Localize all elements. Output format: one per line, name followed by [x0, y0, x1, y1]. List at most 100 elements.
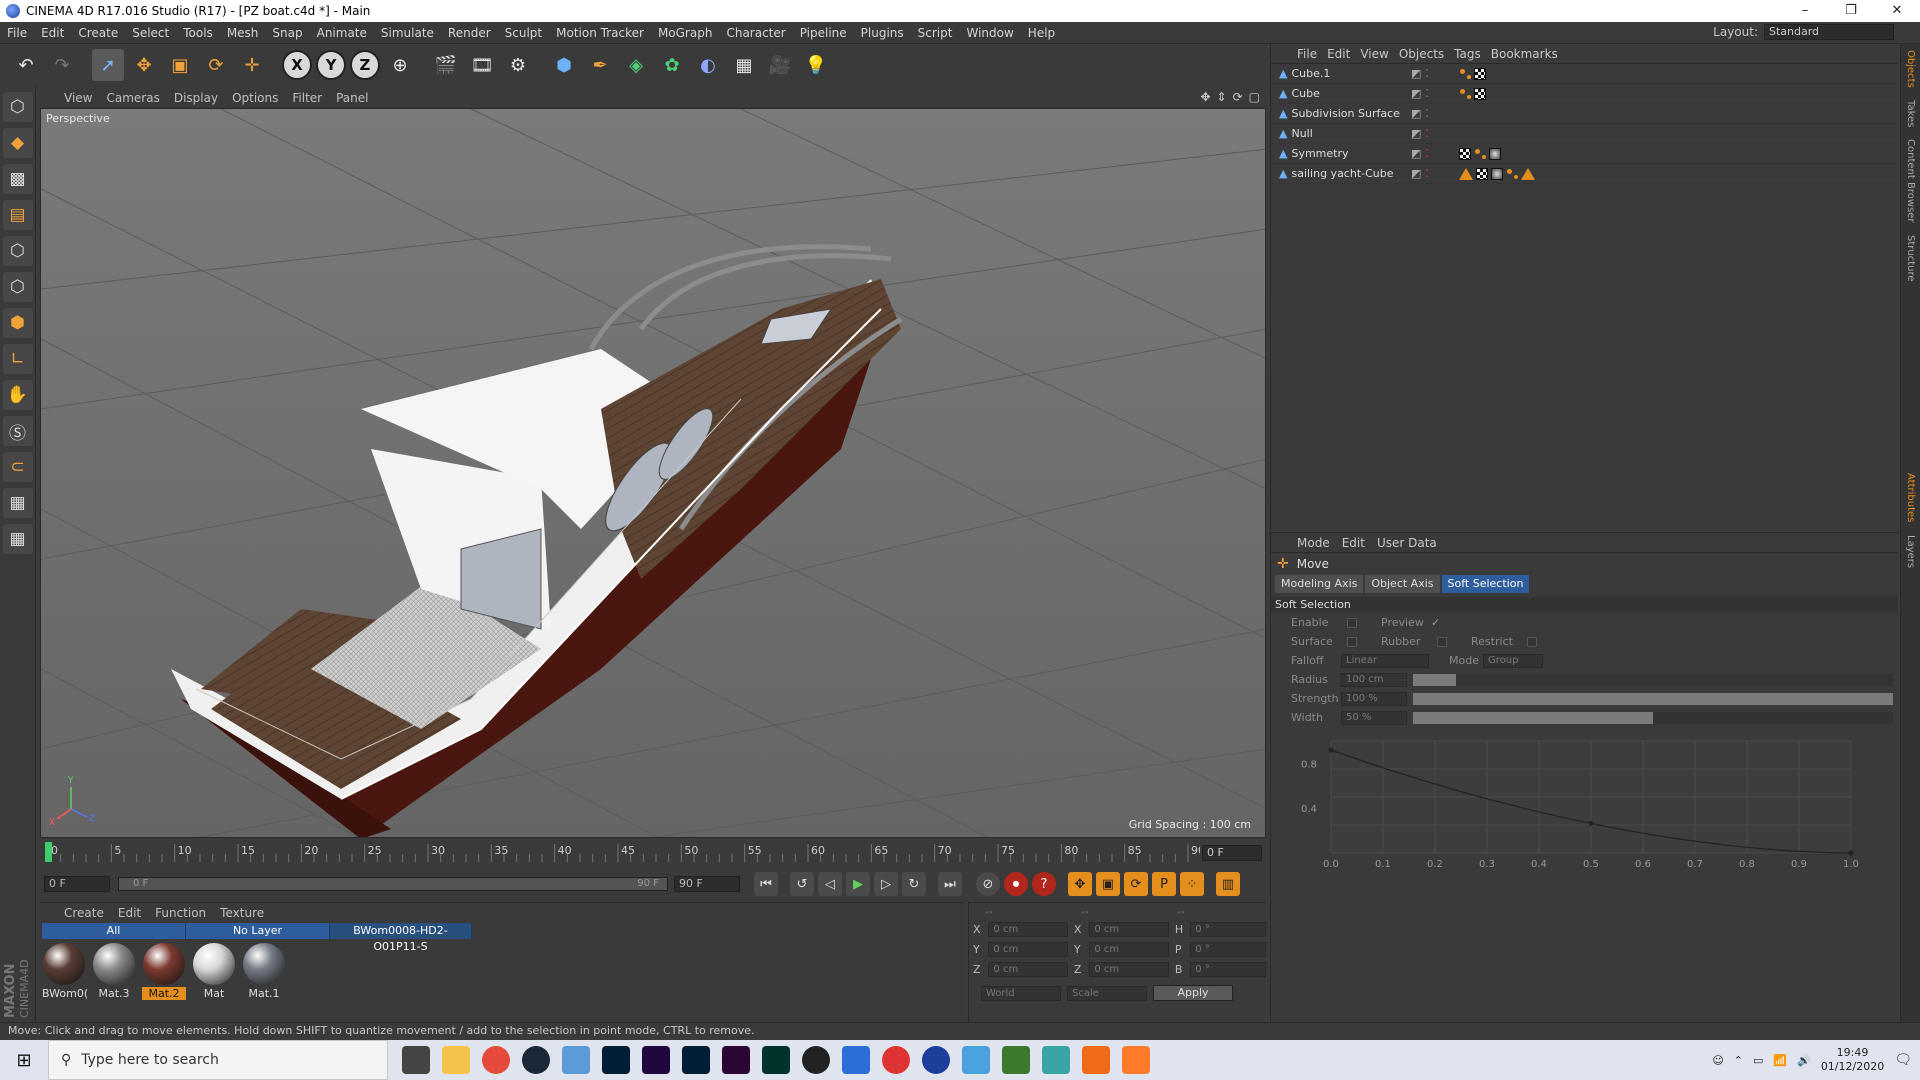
material-menu-texture[interactable]: Texture — [218, 906, 276, 920]
enable-checkbox[interactable] — [1347, 617, 1357, 628]
workplane-lock-icon[interactable]: ▦ — [2, 488, 33, 518]
play-forward-icon[interactable]: ▶ — [846, 872, 870, 896]
object-row[interactable]: ▲ Cube.1 ◩ ⁚ — [1271, 64, 1898, 84]
coord-mode-world-dropdown[interactable]: World — [981, 985, 1061, 1001]
menu-character[interactable]: Character — [719, 26, 792, 40]
people-icon[interactable]: ☺ — [1712, 1054, 1723, 1067]
magnet-icon[interactable]: ⊂ — [2, 452, 33, 482]
surface-checkbox[interactable] — [1347, 636, 1357, 647]
camera-icon[interactable]: 🎥 — [764, 49, 796, 81]
frame-range-slider[interactable]: 0 F 90 F — [118, 877, 668, 891]
record-position-icon[interactable]: ✥ — [1068, 872, 1092, 896]
om-menu-file[interactable]: File — [1295, 47, 1325, 61]
scale-tool-icon[interactable]: ▣ — [164, 49, 196, 81]
menu-plugins[interactable]: Plugins — [854, 26, 911, 40]
goto-next-key-icon[interactable]: ↻ — [902, 872, 926, 896]
apply-button[interactable]: Apply — [1153, 985, 1233, 1001]
menu-mograph[interactable]: MoGraph — [651, 26, 720, 40]
material-swatch[interactable]: Mat — [192, 943, 236, 1000]
workplane-mode-icon[interactable]: ▤ — [2, 200, 33, 230]
tab-all[interactable]: All — [42, 923, 186, 939]
dolly-icon[interactable]: ⇕ — [1217, 90, 1227, 104]
taskbar-search[interactable]: ⚲ Type here to search — [48, 1040, 388, 1080]
premiere-icon[interactable] — [722, 1046, 750, 1074]
phong-tag-icon[interactable] — [1459, 68, 1471, 80]
tab-soft-selection[interactable]: Soft Selection — [1441, 575, 1530, 593]
uvw-tag-icon[interactable] — [1474, 87, 1486, 100]
material-menu-create[interactable]: Create — [62, 906, 116, 920]
layer-icon[interactable]: ◩ — [1411, 167, 1421, 180]
menu-file[interactable]: File — [0, 26, 34, 40]
width-slider[interactable] — [1413, 711, 1893, 724]
position-z-field[interactable]: 0 cm — [988, 961, 1068, 977]
make-editable-icon[interactable]: ⬡ — [2, 92, 33, 122]
uvw-tag-icon[interactable] — [1476, 167, 1488, 180]
side-tab-attributes[interactable]: Attributes — [1905, 467, 1916, 528]
subdivision-generator-icon[interactable]: ◈ — [620, 49, 652, 81]
restrict-checkbox[interactable] — [1527, 636, 1537, 647]
tab-object-axis[interactable]: Object Axis — [1365, 575, 1440, 593]
material-menu-function[interactable]: Function — [153, 906, 218, 920]
object-row[interactable]: ▲ Cube ◩ ⁚ — [1271, 84, 1898, 104]
record-parameter-icon[interactable]: P — [1152, 872, 1176, 896]
uvw-tag-icon[interactable] — [1459, 147, 1471, 160]
object-row[interactable]: ▲ sailing yacht-Cube ◩ ⁚ — [1271, 164, 1898, 184]
toggle-view-icon[interactable]: ▢ — [1249, 90, 1260, 104]
menu-simulate[interactable]: Simulate — [374, 26, 441, 40]
viewport-menu-options[interactable]: Options — [230, 91, 290, 105]
keyframe-selection-icon[interactable]: ⊘ — [976, 872, 1000, 896]
perspective-viewport[interactable]: Y Z X Perspective Grid Spacing : 100 cm — [40, 108, 1266, 838]
size-x-field[interactable]: 0 cm — [1089, 921, 1169, 937]
coord-mode-scale-dropdown[interactable]: Scale — [1067, 985, 1147, 1001]
clock[interactable]: 19:49 01/12/2020 — [1821, 1046, 1884, 1074]
material-swatch[interactable]: Mat.2 — [142, 943, 186, 1000]
menu-sculpt[interactable]: Sculpt — [498, 26, 549, 40]
om-menu-objects[interactable]: Objects — [1397, 47, 1452, 61]
material-swatch[interactable]: Mat.1 — [242, 943, 286, 1000]
menu-snap[interactable]: Snap — [265, 26, 309, 40]
rubber-checkbox[interactable] — [1437, 636, 1447, 647]
steam-icon[interactable] — [522, 1046, 550, 1074]
falloff-curve-graph[interactable]: 0.8 0.4 0.0 0.1 0.2 0.3 0.4 0.5 0.6 0.7 0.8 0.9 1.0 — [1291, 733, 1891, 883]
side-tab-content-browser[interactable]: Content Browser — [1905, 133, 1916, 228]
network-icon[interactable]: 📶 — [1773, 1054, 1787, 1067]
viewport-menu-view[interactable]: View — [62, 91, 104, 105]
pen-spline-icon[interactable]: ✒ — [584, 49, 616, 81]
minimize-button[interactable]: – — [1782, 0, 1828, 22]
visibility-dots-icon[interactable]: ⁚ — [1425, 87, 1429, 100]
uvw-tag-icon[interactable] — [1474, 67, 1486, 80]
polygons-mode-icon[interactable]: ⬢ — [2, 308, 33, 338]
layer-icon[interactable]: ◩ — [1411, 87, 1421, 100]
davinci-resolve-icon[interactable] — [802, 1046, 830, 1074]
om-menu-edit[interactable]: Edit — [1325, 47, 1358, 61]
redo-icon[interactable]: ↷ — [46, 49, 78, 81]
visibility-dots-icon[interactable]: ⁚ — [1425, 127, 1429, 140]
menu-tools[interactable]: Tools — [176, 26, 220, 40]
texture-mode-icon[interactable]: ▩ — [2, 164, 33, 194]
om-menu-tags[interactable]: Tags — [1452, 47, 1489, 61]
cloner-icon[interactable]: ✿ — [656, 49, 688, 81]
chrome-icon[interactable] — [482, 1046, 510, 1074]
radius-field[interactable]: 100 cm — [1341, 672, 1407, 687]
position-y-field[interactable]: 0 cm — [988, 941, 1068, 957]
y-axis-lock-icon[interactable]: Y — [316, 50, 346, 80]
goto-end-icon[interactable]: ⏭ — [938, 872, 962, 896]
render-picture-viewer-icon[interactable]: 🎞 — [466, 49, 498, 81]
material-tag-icon[interactable] — [1491, 167, 1503, 180]
menu-animate[interactable]: Animate — [310, 26, 374, 40]
maximize-button[interactable]: ❐ — [1828, 0, 1874, 22]
record-point-level-icon[interactable]: ⁘ — [1180, 872, 1204, 896]
viewport-menu-filter[interactable]: Filter — [290, 91, 334, 105]
visibility-dots-icon[interactable]: ⁚ — [1425, 167, 1429, 180]
preview-checkbox[interactable]: ✓ — [1431, 616, 1440, 629]
move-tool-icon[interactable]: ✥ — [128, 49, 160, 81]
radius-slider[interactable] — [1413, 673, 1893, 686]
goto-start-icon[interactable]: ⏮ — [754, 872, 778, 896]
menu-mesh[interactable]: Mesh — [220, 26, 266, 40]
lightroom-icon[interactable] — [682, 1046, 710, 1074]
snapping-icon[interactable]: Ⓢ — [2, 416, 33, 446]
undo-icon[interactable]: ↶ — [10, 49, 42, 81]
task-view-icon[interactable] — [402, 1046, 430, 1074]
viewport-menu-display[interactable]: Display — [172, 91, 230, 105]
visibility-dots-icon[interactable]: ⁚ — [1425, 147, 1429, 160]
